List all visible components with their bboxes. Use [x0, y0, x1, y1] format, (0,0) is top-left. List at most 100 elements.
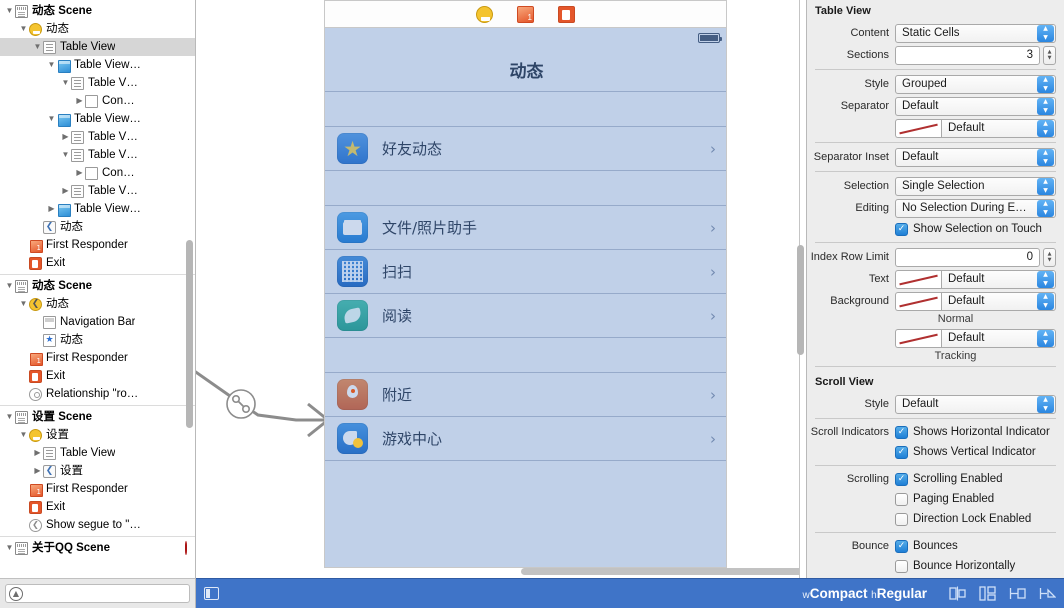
outline-row[interactable]: Exit [0, 367, 195, 385]
outline-row[interactable]: 关于QQ Scene [0, 539, 195, 557]
disclosure-triangle-open-icon[interactable] [60, 74, 71, 92]
index-row-limit-stepper[interactable] [1043, 247, 1056, 267]
resizing-behavior-button[interactable] [1039, 586, 1056, 601]
outline-row[interactable]: Table V… [0, 128, 195, 146]
outline-row[interactable]: ❮ Show segue to "… [0, 516, 195, 534]
separator-color-well[interactable] [895, 118, 941, 138]
separator-row[interactable]: Separator Default [807, 96, 1056, 116]
outline-row[interactable]: ★ 动态 [0, 331, 195, 349]
outline-row[interactable]: Con… [0, 164, 195, 182]
outline-row[interactable]: ❮ 设置 [0, 462, 195, 480]
outline-row[interactable]: Exit [0, 498, 195, 516]
table-view-cell[interactable]: 文件/照片助手 › [325, 206, 726, 250]
outline-row[interactable]: 动态 Scene [0, 2, 195, 20]
disclosure-triangle-open-icon[interactable] [18, 20, 29, 38]
shows-vertical-indicator-row[interactable]: Shows Vertical Indicator [807, 443, 1056, 461]
storyboard-canvas[interactable]: 1 动态 好友动态 › 文件/照片助手 › 扫扫 › 阅读 › 附近 › 游戏中心 › [196, 0, 800, 578]
sections-row[interactable]: Sections 3 [807, 45, 1056, 65]
navigation-bar[interactable]: 动态 [325, 48, 726, 92]
breakpoint-stop-badge[interactable] [185, 539, 187, 557]
scrolling-enabled-checkbox[interactable] [895, 472, 908, 486]
table-view-cell[interactable]: 附近 › [325, 373, 726, 417]
disclosure-triangle-open-icon[interactable] [4, 408, 15, 426]
table-view-cell[interactable]: 扫扫 › [325, 250, 726, 294]
style-popup[interactable]: Grouped [895, 74, 1056, 94]
inspector-vertical-scrollbar[interactable] [797, 245, 804, 355]
outline-row[interactable]: Table View [0, 444, 195, 462]
outline-row[interactable]: Table V… [0, 182, 195, 200]
outline-vertical-scrollbar[interactable] [186, 240, 193, 428]
outline-row[interactable]: Table View… [0, 200, 195, 218]
bounce-horizontally-checkbox[interactable] [895, 559, 908, 573]
background-color-row[interactable]: Background Default [807, 291, 1056, 311]
tracking-color-row[interactable]: Default [807, 328, 1056, 348]
outline-row[interactable]: 1 First Responder [0, 349, 195, 367]
document-outline-tree[interactable]: 动态 Scene 动态 Table View Table View… Table V… C… [0, 0, 195, 557]
separator-popup[interactable]: Default [895, 96, 1056, 116]
sections-input[interactable]: 3 [895, 45, 1040, 65]
paging-enabled-checkbox[interactable] [895, 492, 908, 506]
outline-row[interactable]: Con… [0, 92, 195, 110]
disclosure-triangle-closed-icon[interactable] [60, 128, 71, 146]
scroll-style-popup[interactable]: Default [895, 394, 1056, 414]
index-row-limit-row[interactable]: Index Row Limit 0 [807, 247, 1056, 267]
disclosure-triangle-open-icon[interactable] [46, 56, 57, 74]
scene-dock[interactable]: 1 [324, 0, 727, 27]
separator-color-row[interactable]: Default [807, 118, 1056, 138]
show-selection-on-touch-checkbox[interactable] [895, 222, 908, 236]
disclosure-triangle-open-icon[interactable] [4, 2, 15, 20]
editing-popup[interactable]: No Selection During E… [895, 198, 1056, 218]
text-color-row[interactable]: Text Default [807, 269, 1056, 289]
disclosure-triangle-closed-icon[interactable] [32, 444, 43, 462]
content-popup[interactable]: Static Cells [895, 23, 1056, 43]
scrolling-enabled-row[interactable]: Scrolling Scrolling Enabled [807, 470, 1056, 488]
sections-stepper[interactable] [1043, 45, 1056, 65]
tracking-color-popup[interactable]: Default [941, 328, 1056, 348]
direction-lock-enabled-row[interactable]: Direction Lock Enabled [807, 510, 1056, 528]
separator-inset-popup[interactable]: Default [895, 147, 1056, 167]
text-color-popup[interactable]: Default [941, 269, 1056, 289]
table-view-cell[interactable]: 好友动态 › [325, 127, 726, 171]
outline-row[interactable]: 动态 Scene [0, 277, 195, 295]
bounces-row[interactable]: Bounce Bounces [807, 537, 1056, 555]
content-row[interactable]: Content Static Cells [807, 23, 1056, 43]
disclosure-triangle-open-icon[interactable] [32, 38, 43, 56]
disclosure-triangle-open-icon[interactable] [18, 426, 29, 444]
outline-row[interactable]: 设置 [0, 426, 195, 444]
show-selection-on-touch-row[interactable]: Show Selection on Touch [807, 220, 1056, 238]
outline-row[interactable]: ❮ 动态 [0, 295, 195, 313]
disclosure-triangle-closed-icon[interactable] [32, 462, 43, 480]
bounces-checkbox[interactable] [895, 539, 908, 553]
background-color-well[interactable] [895, 291, 941, 311]
disclosure-triangle-closed-icon[interactable] [74, 92, 85, 110]
disclosure-triangle-open-icon[interactable] [18, 295, 29, 313]
align-button[interactable] [949, 586, 966, 601]
shows-vertical-indicator-checkbox[interactable] [895, 445, 908, 459]
separator-color-popup[interactable]: Default [941, 118, 1056, 138]
scene-dock-view-controller-icon[interactable] [476, 5, 493, 23]
direction-lock-enabled-checkbox[interactable] [895, 512, 908, 526]
outline-row[interactable]: Table View… [0, 110, 195, 128]
outline-row[interactable]: Navigation Bar [0, 313, 195, 331]
style-row[interactable]: Style Grouped [807, 74, 1056, 94]
size-class-label[interactable]: wCompact hRegular [803, 586, 927, 601]
separator-inset-row[interactable]: Separator Inset Default [807, 147, 1056, 167]
outline-row[interactable]: 设置 Scene [0, 408, 195, 426]
pin-button[interactable] [979, 586, 996, 601]
table-view-cell[interactable]: 阅读 › [325, 294, 726, 338]
outline-row[interactable]: 1 First Responder [0, 480, 195, 498]
index-row-limit-input[interactable]: 0 [895, 247, 1040, 267]
outline-row[interactable]: Table V… [0, 74, 195, 92]
outline-row[interactable]: Table View [0, 38, 195, 56]
outline-row[interactable]: Table V… [0, 146, 195, 164]
text-color-well[interactable] [895, 269, 941, 289]
relationship-segue-arrow[interactable] [196, 360, 331, 460]
disclosure-triangle-open-icon[interactable] [60, 146, 71, 164]
scene-dock-exit-icon[interactable] [558, 5, 575, 23]
paging-enabled-row[interactable]: Paging Enabled [807, 490, 1056, 508]
table-view-cell[interactable]: 游戏中心 › [325, 417, 726, 461]
outline-row[interactable]: Exit [0, 254, 195, 272]
bounce-horizontally-row[interactable]: Bounce Horizontally [807, 557, 1056, 575]
selection-popup[interactable]: Single Selection [895, 176, 1056, 196]
disclosure-triangle-closed-icon[interactable] [46, 200, 57, 218]
